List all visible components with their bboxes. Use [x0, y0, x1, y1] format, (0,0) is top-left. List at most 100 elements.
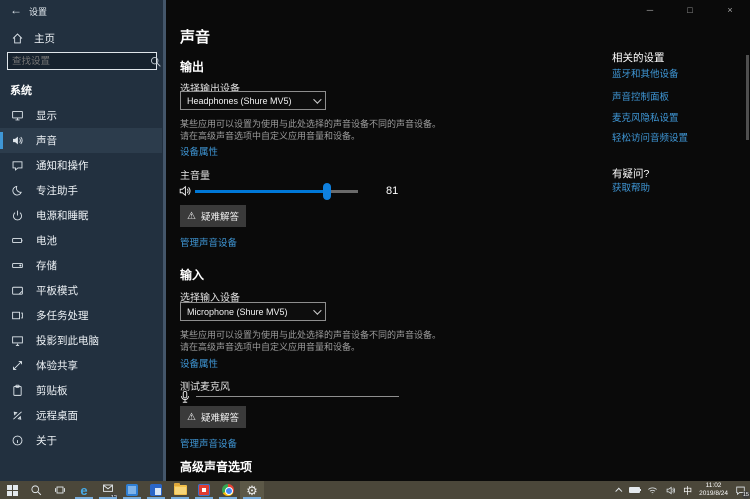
battery-icon	[10, 234, 24, 248]
sidebar-item-about[interactable]: 关于	[0, 428, 162, 453]
taskbar-app-photos[interactable]	[120, 481, 144, 499]
taskbar-app-file-explorer[interactable]	[168, 481, 192, 499]
search-box[interactable]	[7, 52, 157, 70]
battery-icon	[629, 487, 640, 493]
tray-wifi[interactable]	[647, 485, 658, 496]
sidebar-item-sound[interactable]: 声音	[0, 128, 162, 153]
sidebar-item-focus-assist[interactable]: 专注助手	[0, 178, 162, 203]
search-input[interactable]	[8, 56, 148, 67]
main-panel: ─ □ × 声音 输出 选择输出设备 Headphones (Shure MV5…	[166, 0, 750, 481]
warning-icon: ⚠	[187, 211, 196, 222]
gear-icon: ⚙	[246, 484, 258, 497]
storage-icon	[10, 259, 24, 273]
output-device-dropdown[interactable]: Headphones (Shure MV5)	[180, 91, 326, 110]
sidebar-item-display[interactable]: 显示	[0, 103, 162, 128]
window-controls: ─ □ ×	[630, 0, 750, 20]
taskbar-app-chrome[interactable]	[216, 481, 240, 499]
display-icon	[10, 109, 24, 123]
related-link-mic-privacy[interactable]: 麦克风隐私设置	[612, 110, 679, 124]
volume-speaker-icon[interactable]	[178, 184, 192, 198]
sidebar-item-label: 投影到此电脑	[36, 333, 99, 348]
input-troubleshoot-button[interactable]: ⚠ 疑难解答	[180, 406, 246, 428]
back-button[interactable]: ←	[10, 3, 22, 17]
related-link-ease-of-access[interactable]: 轻松访问音频设置	[612, 130, 688, 144]
sidebar-item-power-sleep[interactable]: 电源和睡眠	[0, 203, 162, 228]
sidebar-item-label: 专注助手	[36, 183, 78, 198]
sidebar-item-label: 存储	[36, 258, 57, 273]
taskbar: e 12 ⚙	[0, 481, 750, 499]
folder-icon	[174, 485, 187, 495]
output-manage-devices-link[interactable]: 管理声音设备	[180, 235, 237, 249]
notification-badge: 15	[742, 491, 750, 499]
sidebar-item-projecting[interactable]: 投影到此电脑	[0, 328, 162, 353]
tray-action-center[interactable]: 15	[735, 485, 746, 496]
about-icon	[10, 434, 24, 448]
speaker-icon	[665, 485, 676, 496]
sidebar-item-storage[interactable]: 存储	[0, 253, 162, 278]
sidebar-item-home[interactable]: 主页	[0, 28, 166, 48]
output-description: 某些应用可以设置为使用与此处选择的声音设备不同的声音设备。 请在高级声音选项中自…	[180, 118, 441, 142]
troubleshoot-label: 疑难解答	[201, 410, 239, 424]
input-device-dropdown[interactable]: Microphone (Shure MV5)	[180, 302, 326, 321]
have-question-title: 有疑问?	[612, 166, 649, 181]
get-help-link[interactable]: 获取帮助	[612, 180, 650, 194]
volume-slider[interactable]	[195, 190, 358, 193]
app-title: 设置	[29, 5, 47, 18]
output-device-properties-link[interactable]: 设备属性	[180, 144, 218, 158]
taskbar-app-red[interactable]	[192, 481, 216, 499]
page-title: 声音	[180, 26, 210, 47]
task-view-button[interactable]	[48, 481, 72, 499]
sidebar-item-label: 声音	[36, 133, 57, 148]
input-device-properties-link[interactable]: 设备属性	[180, 356, 218, 370]
clock-date: 2019/8/24	[699, 490, 728, 498]
taskbar-app-edge[interactable]: e	[72, 481, 96, 499]
maximize-button[interactable]: □	[670, 0, 710, 20]
chevron-down-icon	[313, 95, 321, 103]
sidebar-item-label: 体验共享	[36, 358, 78, 373]
input-manage-devices-link[interactable]: 管理声音设备	[180, 436, 237, 450]
sidebar-item-label: 电池	[36, 233, 57, 248]
taskbar-app-translator[interactable]	[144, 481, 168, 499]
tray-show-hidden-icons[interactable]	[617, 488, 622, 493]
sidebar-item-shared-experiences[interactable]: 体验共享	[0, 353, 162, 378]
taskbar-app-mail[interactable]: 12	[96, 481, 120, 499]
remote-desktop-icon	[10, 409, 24, 423]
main-scrollbar[interactable]	[746, 55, 749, 140]
sidebar-item-notifications[interactable]: 通知和操作	[0, 153, 162, 178]
tray-clock[interactable]: 11:02 2019/8/24	[699, 482, 728, 498]
sidebar-item-battery[interactable]: 电池	[0, 228, 162, 253]
sidebar-item-clipboard[interactable]: 剪贴板	[0, 378, 162, 403]
sidebar-item-remote-desktop[interactable]: 远程桌面	[0, 403, 162, 428]
sidebar-item-multitasking[interactable]: 多任务处理	[0, 303, 162, 328]
related-link-bluetooth[interactable]: 蓝牙和其他设备	[612, 66, 679, 80]
search-icon[interactable]	[148, 54, 162, 68]
output-section-title: 输出	[180, 58, 204, 75]
microphone-icon	[178, 390, 192, 404]
sidebar-item-label: 通知和操作	[36, 158, 89, 173]
warning-icon: ⚠	[187, 412, 196, 423]
taskbar-app-settings[interactable]: ⚙	[240, 481, 264, 499]
multitasking-icon	[10, 309, 24, 323]
ime-indicator[interactable]: 中	[683, 484, 692, 497]
tablet-icon	[10, 284, 24, 298]
photos-icon	[126, 484, 138, 496]
tray-volume[interactable]	[665, 485, 676, 496]
taskbar-search-button[interactable]	[24, 481, 48, 499]
volume-slider-thumb[interactable]	[323, 183, 331, 200]
speaker-icon	[10, 134, 24, 148]
tray-battery[interactable]	[629, 487, 640, 493]
output-troubleshoot-button[interactable]: ⚠ 疑难解答	[180, 205, 246, 227]
related-link-sound-control-panel[interactable]: 声音控制面板	[612, 89, 669, 103]
titlebar-left: ← 设置	[0, 0, 166, 26]
edge-icon: e	[80, 483, 87, 498]
clock-time: 11:02	[706, 482, 722, 490]
settings-window: ← 设置 主页 系统 显示 声音	[0, 0, 750, 499]
taskbar-left: e 12 ⚙	[0, 481, 264, 499]
start-button[interactable]	[0, 481, 24, 499]
task-view-icon	[54, 484, 66, 496]
input-device-value: Microphone (Shure MV5)	[187, 307, 313, 317]
minimize-button[interactable]: ─	[630, 0, 670, 20]
sidebar-nav: 显示 声音 通知和操作 专注助手 电源和睡眠 电池	[0, 103, 162, 453]
sidebar-item-tablet-mode[interactable]: 平板模式	[0, 278, 162, 303]
close-button[interactable]: ×	[710, 0, 750, 20]
